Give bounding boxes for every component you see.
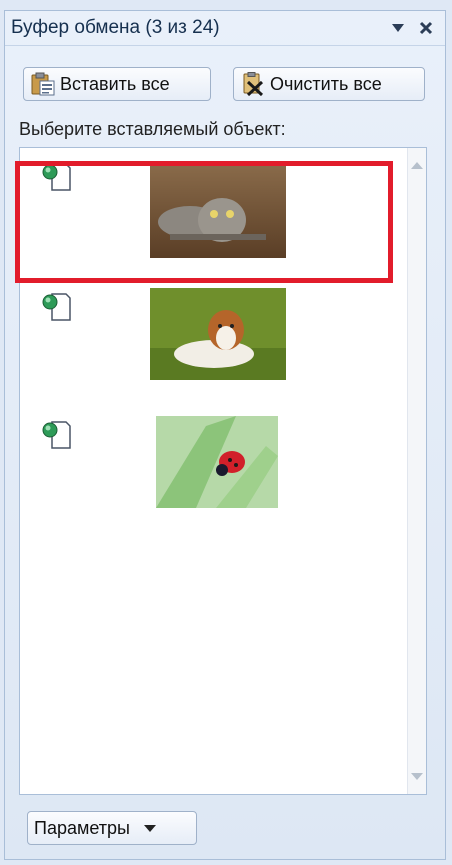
cat-thumbnail (150, 164, 286, 258)
caret-down-icon (143, 824, 156, 832)
clipboard-item-ladybug[interactable] (22, 412, 402, 534)
scroll-up-arrow[interactable] (411, 162, 423, 169)
clipboard-pane: Буфер обмена (3 из 24) Вставить все Очис… (4, 10, 446, 860)
triangle-down-icon (392, 24, 404, 32)
select-item-hint: Выберите вставляемый объект: (19, 119, 286, 139)
image-item-icon (42, 421, 71, 449)
ladybug-thumbnail (156, 416, 278, 508)
pane-menu-button[interactable] (387, 17, 409, 39)
clear-icon (243, 72, 264, 96)
pane-title: Буфер обмена (3 из 24) (11, 17, 220, 38)
pane-titlebar: Буфер обмена (3 из 24) (5, 11, 445, 46)
clipboard-item-dog[interactable] (22, 284, 402, 406)
close-icon (419, 21, 433, 35)
clipboard-item-cat[interactable] (22, 154, 402, 276)
dog-thumbnail (150, 288, 286, 380)
image-item-icon (42, 163, 71, 191)
paste-all-button[interactable]: Вставить все (23, 67, 211, 101)
image-item-icon (42, 293, 71, 321)
paste-icon (31, 72, 55, 96)
options-label: Параметры (34, 817, 130, 838)
clear-all-button[interactable]: Очистить все (233, 67, 425, 101)
scroll-down-arrow[interactable] (411, 773, 423, 780)
options-button[interactable]: Параметры (27, 811, 197, 845)
paste-all-label: Вставить все (60, 73, 170, 94)
list-scrollbar[interactable] (407, 148, 426, 794)
pane-close-button[interactable] (415, 17, 437, 39)
clear-all-label: Очистить все (270, 73, 382, 94)
clipboard-items-list (19, 147, 427, 795)
